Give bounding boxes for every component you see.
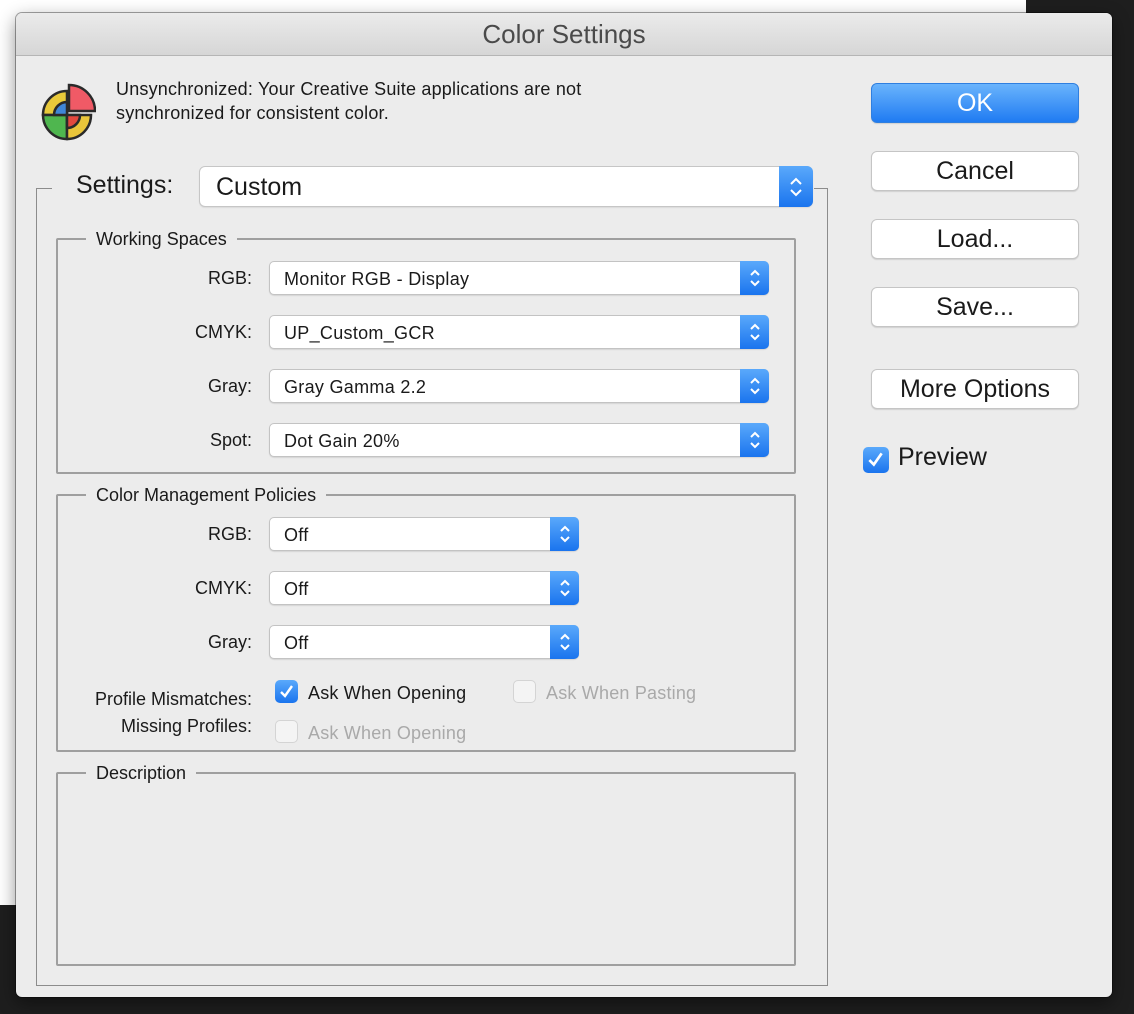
ws-spot-select[interactable]: Dot Gain 20%	[269, 423, 769, 457]
missing-ask-opening-label: Ask When Opening	[308, 723, 467, 743]
ws-rgb-value: Monitor RGB - Display	[284, 269, 470, 289]
more-options-button[interactable]: More Options	[871, 369, 1079, 409]
settings-select[interactable]: Custom	[199, 166, 813, 207]
preview-label: Preview	[898, 443, 987, 471]
ws-spot-label: Spot:	[209, 430, 252, 450]
policy-gray-value: Off	[284, 633, 309, 653]
ws-gray-value: Gray Gamma 2.2	[284, 377, 427, 397]
profile-mismatches-label: Profile Mismatches:	[94, 689, 252, 709]
ok-button[interactable]: OK	[871, 83, 1079, 123]
settings-group-border	[36, 188, 52, 189]
preview-checkbox[interactable]	[863, 447, 889, 473]
color-wheel-icon	[38, 81, 97, 143]
save-button[interactable]: Save...	[871, 287, 1079, 327]
chevron-updown-icon	[740, 423, 769, 457]
chevron-updown-icon	[550, 625, 579, 659]
background-window-edge	[0, 0, 17, 905]
ws-rgb-label: RGB:	[207, 268, 252, 288]
load-button[interactable]: Load...	[871, 219, 1079, 259]
cancel-button[interactable]: Cancel	[871, 151, 1079, 191]
color-settings-dialog: Color Settings Unsynchronized: Your Crea…	[16, 13, 1112, 997]
ws-rgb-select[interactable]: Monitor RGB - Display	[269, 261, 769, 295]
policy-cmyk-label: CMYK:	[194, 578, 252, 598]
description-title: Description	[86, 763, 197, 784]
ws-spot-value: Dot Gain 20%	[284, 431, 400, 451]
color-policies-title: Color Management Policies	[86, 485, 327, 506]
chevron-updown-icon	[740, 261, 769, 295]
missing-profiles-label: Missing Profiles:	[120, 716, 252, 736]
ws-cmyk-label: CMYK:	[194, 322, 252, 342]
ws-gray-label: Gray:	[207, 376, 252, 396]
chevron-updown-icon	[550, 517, 579, 551]
ws-cmyk-value: UP_Custom_GCR	[284, 323, 435, 343]
sync-status-message: Unsynchronized: Your Creative Suite appl…	[116, 79, 582, 123]
policy-gray-select[interactable]: Off	[269, 625, 579, 659]
chevron-updown-icon	[779, 166, 813, 207]
ws-gray-select[interactable]: Gray Gamma 2.2	[269, 369, 769, 403]
working-spaces-title: Working Spaces	[86, 229, 237, 250]
ws-cmyk-select[interactable]: UP_Custom_GCR	[269, 315, 769, 349]
dialog-title: Color Settings	[16, 13, 1112, 56]
policy-rgb-label: RGB:	[207, 524, 252, 544]
checkmark-icon	[868, 452, 883, 467]
settings-label: Settings:	[76, 171, 174, 199]
settings-select-value: Custom	[216, 173, 303, 201]
description-group	[56, 772, 796, 966]
missing-ask-opening-checkbox[interactable]	[275, 720, 298, 743]
mismatch-ask-pasting-label: Ask When Pasting	[546, 683, 697, 703]
chevron-updown-icon	[550, 571, 579, 605]
mismatch-ask-pasting-checkbox[interactable]	[513, 680, 536, 703]
chevron-updown-icon	[740, 369, 769, 403]
policy-rgb-select[interactable]: Off	[269, 517, 579, 551]
mismatch-ask-opening-label: Ask When Opening	[308, 683, 467, 703]
settings-group-border	[814, 188, 828, 189]
checkmark-icon	[280, 685, 293, 698]
policy-gray-label: Gray:	[207, 632, 252, 652]
chevron-updown-icon	[740, 315, 769, 349]
policy-rgb-value: Off	[284, 525, 309, 545]
policy-cmyk-value: Off	[284, 579, 309, 599]
mismatch-ask-opening-checkbox[interactable]	[275, 680, 298, 703]
policy-cmyk-select[interactable]: Off	[269, 571, 579, 605]
